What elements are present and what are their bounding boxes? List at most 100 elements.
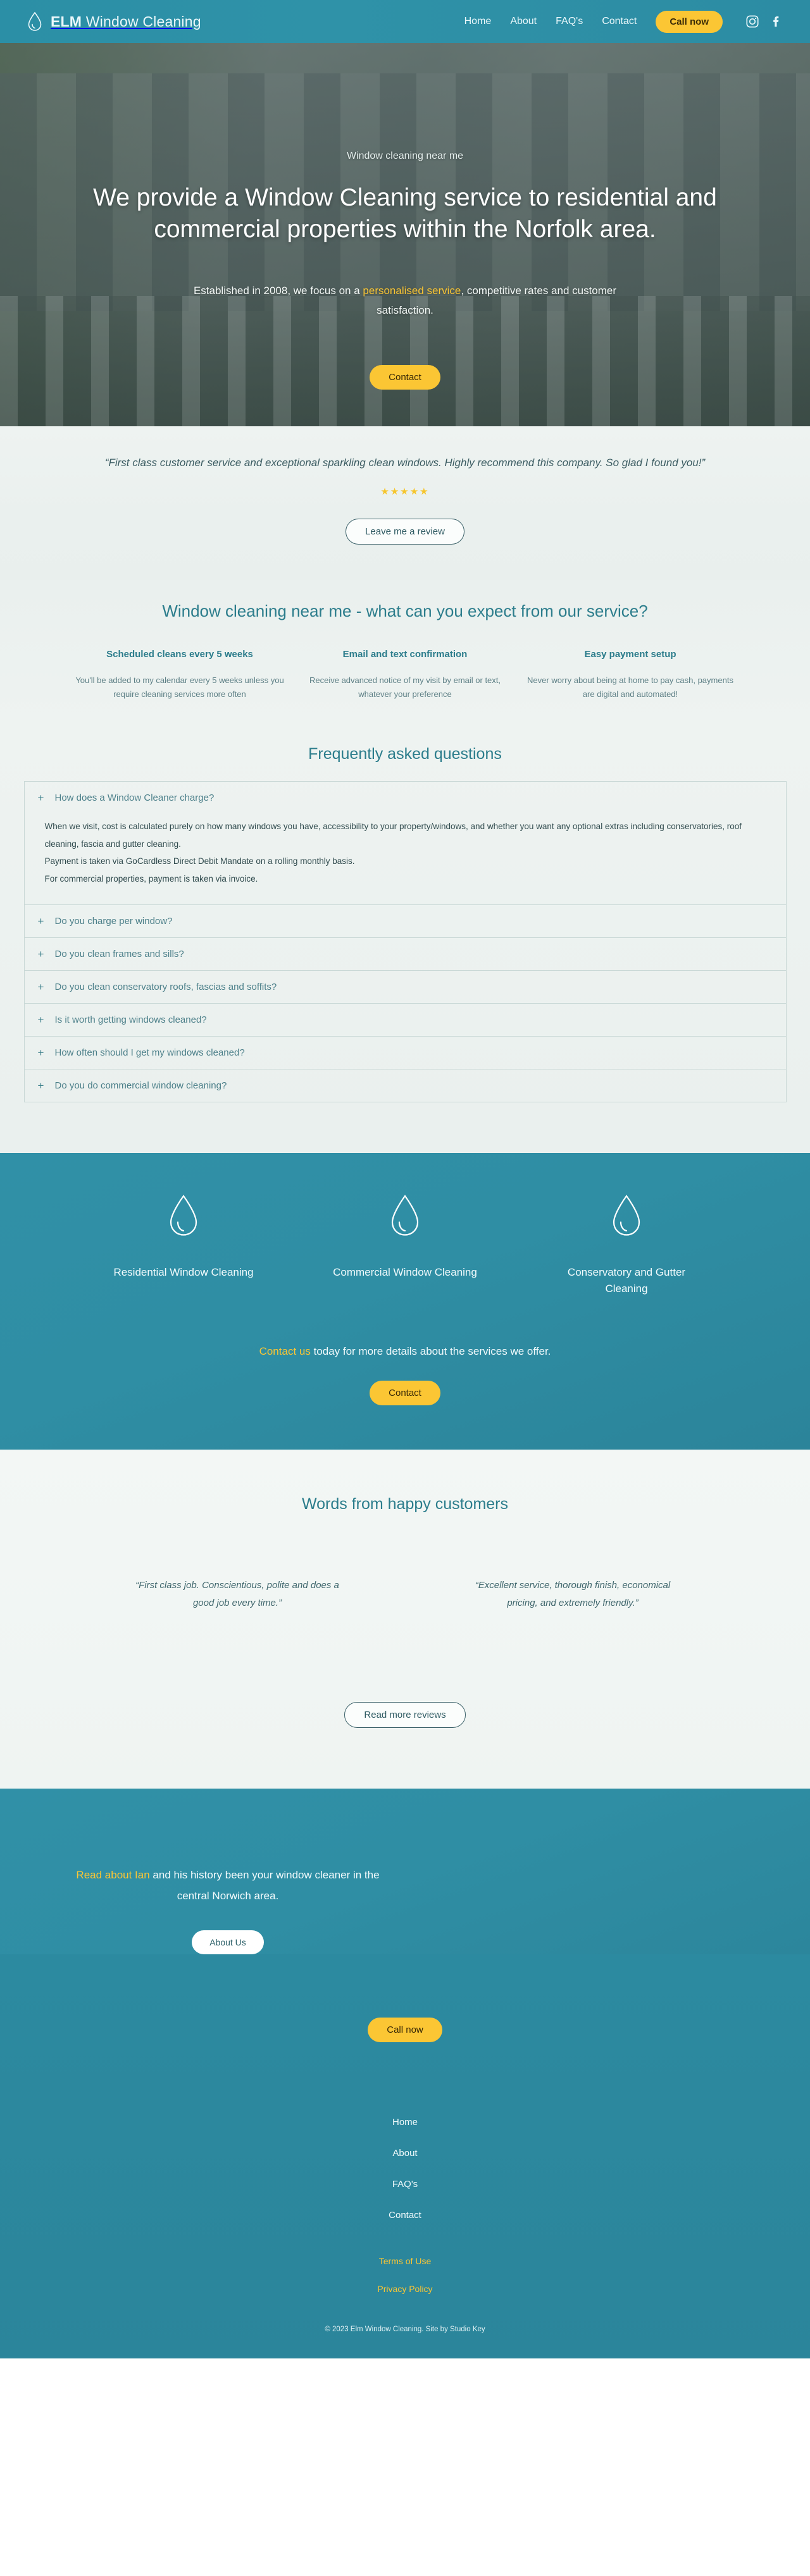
- social-links: [745, 15, 783, 28]
- testimonial-quote: “Excellent service, thorough finish, eco…: [475, 1580, 671, 1609]
- call-now-button[interactable]: Call now: [656, 10, 723, 33]
- featured-review-section: “First class customer service and except…: [0, 426, 810, 580]
- faq-item: + Is it worth getting windows cleaned?: [24, 1004, 786, 1037]
- expectation-body: You'll be added to my calendar every 5 w…: [75, 675, 284, 699]
- water-drop-icon: [170, 1194, 197, 1236]
- faq-accordion: + How does a Window Cleaner charge? When…: [23, 781, 787, 1102]
- faq-item: + Do you charge per window?: [24, 905, 786, 938]
- service-label: Commercial Window Cleaning: [333, 1266, 477, 1278]
- brand-light: Window Cleaning: [82, 13, 201, 30]
- expectations-columns: Scheduled cleans every 5 weeks You'll be…: [0, 649, 810, 703]
- expectations-title: Window cleaning near me - what can you e…: [162, 601, 648, 620]
- expectation-heading: Email and text confirmation: [342, 648, 468, 660]
- faq-question-toggle[interactable]: + Do you charge per window?: [25, 905, 786, 937]
- brand-bold: ELM: [51, 13, 82, 30]
- faq-question-toggle[interactable]: + Do you clean frames and sills?: [25, 938, 786, 970]
- expectation-body: Never worry about being at home to pay c…: [527, 675, 733, 699]
- terms-of-use-link[interactable]: Terms of Use: [0, 2256, 810, 2266]
- footer-call-now-button[interactable]: Call now: [368, 2018, 442, 2043]
- faq-title: Frequently asked questions: [308, 745, 502, 763]
- faq-item: + Do you do commercial window cleaning?: [24, 1069, 786, 1102]
- nav-item-contact[interactable]: Contact: [602, 16, 637, 27]
- expectation-card: Easy payment setup Never worry about bei…: [526, 649, 735, 703]
- brand-text: ELM Window Cleaning: [51, 13, 201, 30]
- expectation-heading: Easy payment setup: [584, 648, 676, 660]
- star-rating: ★★★★★: [380, 486, 430, 497]
- faq-item: + Do you clean conservatory roofs, fasci…: [24, 971, 786, 1004]
- footer-nav-about[interactable]: About: [0, 2148, 810, 2159]
- footer-nav: Home About FAQ's Contact: [0, 2117, 810, 2221]
- faq-question-toggle[interactable]: + How often should I get my windows clea…: [25, 1037, 786, 1069]
- expectation-body: Receive advanced notice of my visit by e…: [309, 675, 501, 699]
- instagram-link[interactable]: [745, 15, 759, 28]
- service-label: Conservatory and Gutter Cleaning: [567, 1266, 686, 1295]
- faq-question-text: Do you clean conservatory roofs, fascias…: [54, 981, 277, 992]
- expectation-heading: Scheduled cleans every 5 weeks: [106, 648, 253, 660]
- service-label: Residential Window Cleaning: [113, 1266, 254, 1278]
- footer-nav-contact[interactable]: Contact: [0, 2210, 810, 2221]
- plus-icon: +: [37, 980, 44, 993]
- privacy-policy-link[interactable]: Privacy Policy: [0, 2284, 810, 2294]
- facebook-link[interactable]: [770, 15, 783, 28]
- nav-item-about[interactable]: About: [510, 16, 537, 27]
- facebook-icon: [773, 16, 779, 27]
- footer-nav-faqs[interactable]: FAQ's: [0, 2179, 810, 2190]
- site-footer: Call now Home About FAQ's Contact Terms …: [0, 1954, 810, 2359]
- about-us-button[interactable]: About Us: [192, 1930, 264, 1955]
- nav-item-home[interactable]: Home: [464, 16, 492, 27]
- hero-contact-button[interactable]: Contact: [370, 364, 440, 390]
- hero-subtitle: Established in 2008, we focus on a perso…: [184, 281, 626, 321]
- water-drop-icon: [613, 1194, 640, 1236]
- site-header: ELM Window Cleaning Home About FAQ's Con…: [0, 0, 810, 43]
- faq-question-toggle[interactable]: + How does a Window Cleaner charge?: [25, 782, 786, 814]
- faq-question-text: How often should I get my windows cleane…: [54, 1047, 245, 1058]
- hero-section: Window cleaning near me We provide a Win…: [0, 43, 810, 426]
- leave-review-button[interactable]: Leave me a review: [346, 518, 464, 545]
- faq-answer: When we visit, cost is calculated purely…: [25, 814, 786, 904]
- hero-eyebrow: Window cleaning near me: [346, 151, 464, 161]
- contact-us-link[interactable]: Contact us: [259, 1345, 311, 1357]
- faq-answer-line: Payment is taken via GoCardless Direct D…: [44, 856, 355, 866]
- water-drop-icon: [28, 11, 42, 31]
- faq-answer-line: When we visit, cost is calculated purely…: [44, 822, 742, 849]
- expectation-card: Email and text confirmation Receive adva…: [301, 649, 509, 703]
- service-card: Residential Window Cleaning: [111, 1193, 256, 1298]
- footer-nav-home[interactable]: Home: [0, 2117, 810, 2128]
- water-drop-icon: [391, 1194, 419, 1236]
- plus-icon: +: [37, 1079, 44, 1092]
- faq-section: Frequently asked questions + How does a …: [0, 725, 810, 1153]
- expectation-card: Scheduled cleans every 5 weeks You'll be…: [75, 649, 284, 703]
- testimonials-section: Words from happy customers “First class …: [0, 1450, 810, 1789]
- services-section: Residential Window Cleaning Commercial W…: [0, 1152, 810, 1450]
- expectations-section: Window cleaning near me - what can you e…: [0, 579, 810, 725]
- brand-logo[interactable]: ELM Window Cleaning: [27, 11, 201, 32]
- plus-icon: +: [37, 947, 44, 960]
- about-text-rest: and his history been your window cleaner…: [149, 1868, 380, 1902]
- testimonials-columns: “First class job. Conscientious, polite …: [0, 1577, 810, 1612]
- faq-question-toggle[interactable]: + Is it worth getting windows cleaned?: [25, 1004, 786, 1036]
- faq-item: + Do you clean frames and sills?: [24, 938, 786, 971]
- hero-title: We provide a Window Cleaning service to …: [93, 184, 717, 243]
- about-text: Read about Ian and his history been your…: [63, 1864, 392, 1906]
- faq-question-toggle[interactable]: + Do you do commercial window cleaning?: [25, 1069, 786, 1102]
- hero-sub-before: Established in 2008, we focus on a: [193, 284, 363, 297]
- faq-question-text: Do you charge per window?: [54, 915, 173, 927]
- service-card: Commercial Window Cleaning: [332, 1193, 478, 1298]
- services-contact-button[interactable]: Contact: [370, 1381, 440, 1406]
- faq-question-text: Is it worth getting windows cleaned?: [54, 1014, 207, 1025]
- about-section: Read about Ian and his history been your…: [0, 1788, 810, 1955]
- plus-icon: +: [37, 792, 44, 804]
- faq-answer-line: For commercial properties, payment is ta…: [44, 874, 258, 884]
- read-about-ian-link[interactable]: Read about Ian: [76, 1869, 149, 1881]
- faq-item: + How does a Window Cleaner charge? When…: [24, 782, 786, 905]
- read-more-reviews-button[interactable]: Read more reviews: [344, 1701, 466, 1728]
- nav-item-faqs[interactable]: FAQ's: [556, 16, 583, 27]
- copyright-text: © 2023 Elm Window Cleaning. Site by Stud…: [325, 2326, 485, 2334]
- personalised-service-link[interactable]: personalised service: [363, 285, 461, 297]
- plus-icon: +: [37, 915, 44, 927]
- instagram-icon: [746, 15, 759, 28]
- service-card: Conservatory and Gutter Cleaning: [554, 1193, 699, 1298]
- featured-review-quote: “First class customer service and except…: [104, 457, 706, 469]
- faq-question-toggle[interactable]: + Do you clean conservatory roofs, fasci…: [25, 971, 786, 1003]
- services-columns: Residential Window Cleaning Commercial W…: [0, 1193, 810, 1298]
